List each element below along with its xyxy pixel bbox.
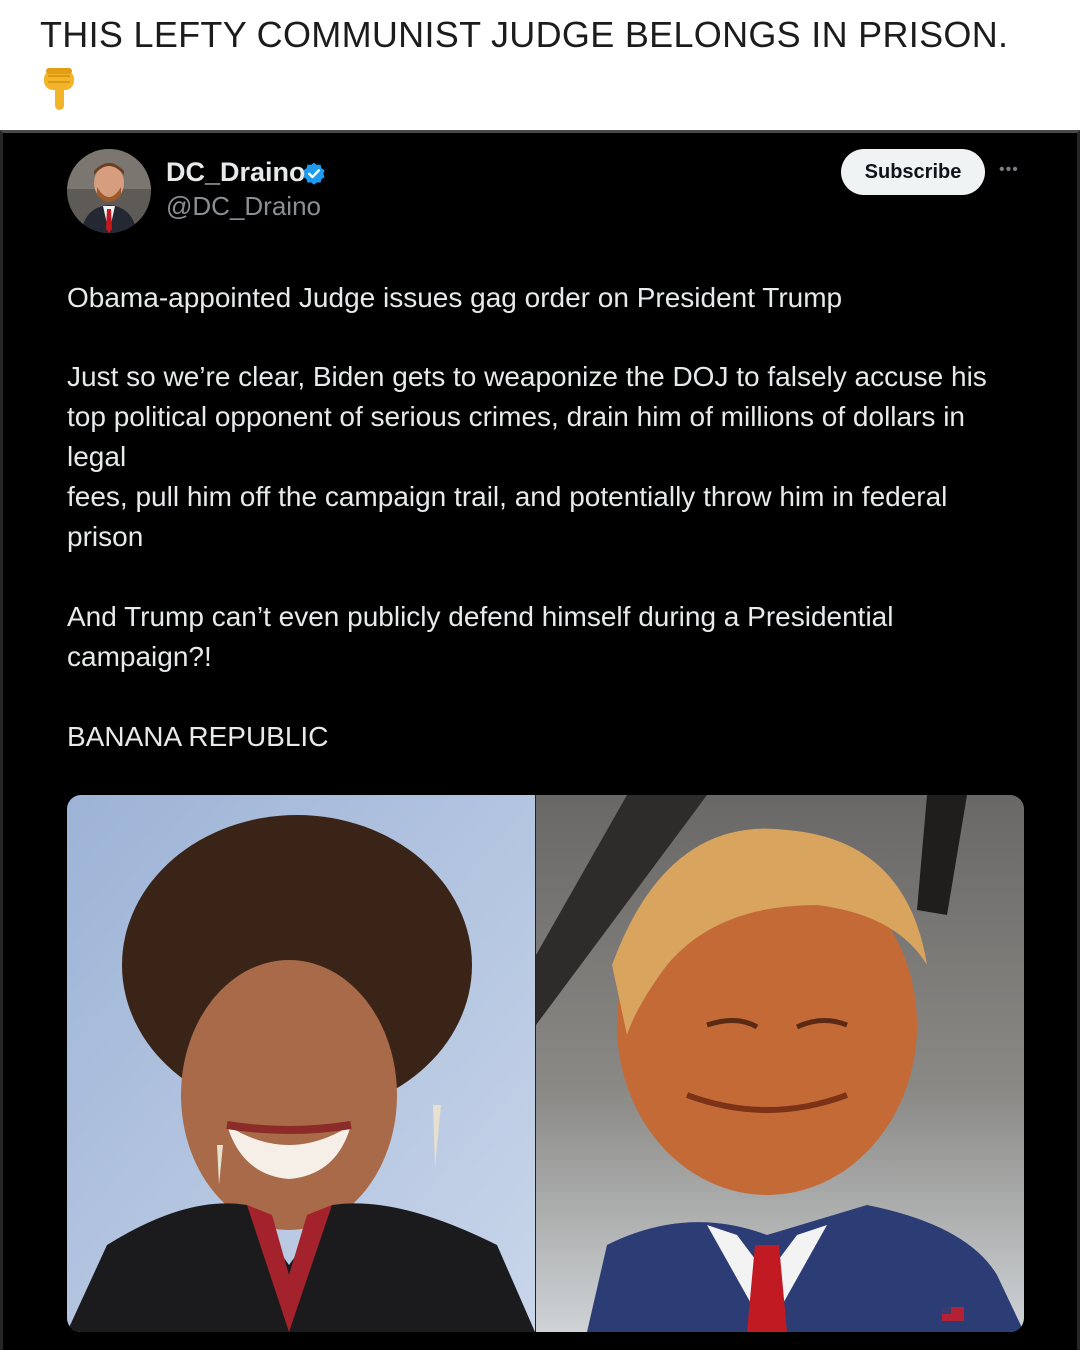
more-options-icon[interactable]: ••• [999, 161, 1019, 179]
post-caption: THIS LEFTY COMMUNIST JUDGE BELONGS IN PR… [0, 0, 1080, 130]
tweet-paragraph: And Trump can’t even publicly defend him… [67, 601, 894, 672]
tweet-paragraph: BANANA REPUBLIC [67, 721, 329, 752]
photo-collage [67, 795, 1024, 1332]
subscribe-button[interactable]: Subscribe [841, 149, 985, 195]
author-handle[interactable]: @DC_Draino [166, 191, 321, 222]
tweet-media-image[interactable] [67, 795, 1024, 1332]
verified-badge-icon [303, 162, 325, 185]
caption-text: THIS LEFTY COMMUNIST JUDGE BELONGS IN PR… [40, 14, 1009, 55]
backhand-index-pointing-down-icon [44, 68, 74, 110]
tweet-paragraph: fees, pull him off the campaign trail, a… [67, 481, 948, 552]
tweet-paragraph: Obama-appointed Judge issues gag order o… [67, 282, 843, 313]
tweet-card[interactable]: DC_Draino @DC_Draino Subscribe ••• Obama… [0, 130, 1080, 1350]
avatar[interactable] [67, 149, 151, 233]
author-display-name[interactable]: DC_Draino [166, 157, 306, 188]
tweet-paragraph: Just so we’re clear, Biden gets to weapo… [67, 361, 987, 472]
